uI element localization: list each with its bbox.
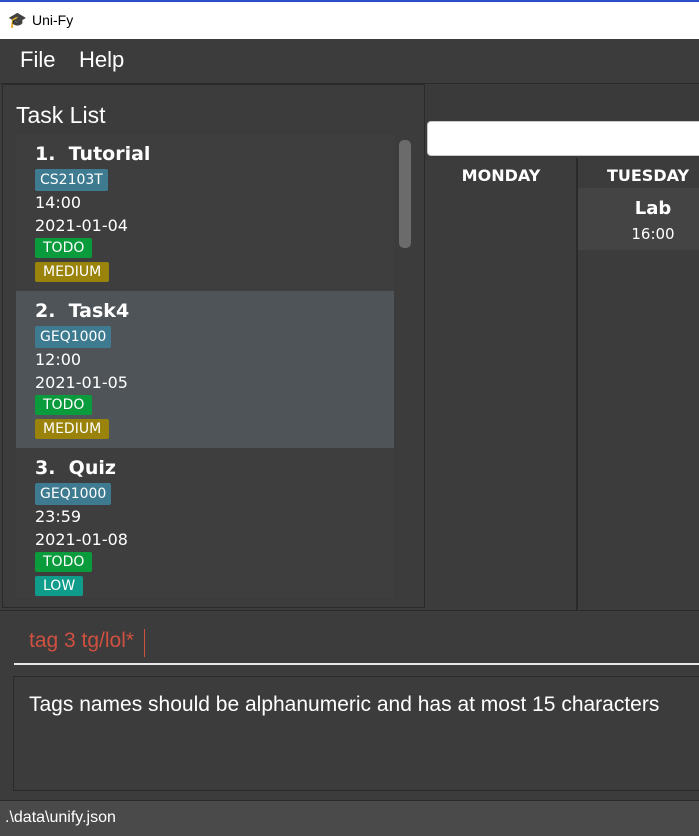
event-time: 16:00 — [631, 225, 675, 243]
result-message: Tags names should be alphanumeric and ha… — [29, 693, 660, 716]
day-header: TUESDAY — [606, 166, 690, 185]
task-time: 23:59 — [35, 507, 82, 526]
status-badge: TODO — [35, 238, 93, 258]
priority-badge: MEDIUM — [35, 262, 110, 282]
calendar-search-input[interactable] — [427, 121, 699, 156]
menu-file[interactable]: File — [20, 47, 55, 73]
status-bar: .\data\unify.json — [0, 800, 699, 836]
graduation-cap-icon: 🎓 — [8, 11, 27, 29]
status-badge: TODO — [35, 552, 93, 572]
task-list-title: Task List — [16, 102, 106, 128]
day-column-tuesday: TUESDAY Lab 16:00 — [578, 158, 699, 610]
priority-badge: MEDIUM — [35, 419, 110, 439]
calendar-panel: MONDAY TUESDAY Lab 16:00 — [426, 84, 699, 610]
task-list[interactable]: 1. Tutorial CS2103T 14:00 2021-01-04 TOD… — [16, 134, 394, 598]
priority-badge: LOW — [35, 576, 84, 596]
save-location: .\data\unify.json — [5, 809, 116, 826]
result-display: Tags names should be alphanumeric and ha… — [13, 676, 699, 791]
day-header: MONDAY — [461, 166, 541, 185]
task-list-panel: Task List 1. Tutorial CS2103T 14:00 2021… — [2, 84, 425, 608]
task-time: 14:00 — [35, 193, 82, 212]
scrollbar-thumb[interactable] — [399, 140, 411, 248]
window-title: Uni-Fy — [32, 12, 74, 28]
text-caret — [144, 629, 145, 657]
task-date: 2021-01-08 — [35, 530, 128, 549]
command-box — [0, 610, 699, 669]
task-name: 1. Tutorial — [35, 143, 151, 165]
module-tag: GEQ1000 — [35, 326, 112, 348]
task-card[interactable]: 2. Task4 GEQ1000 12:00 2021-01-05 TODO M… — [16, 291, 394, 448]
task-name: 3. Quiz — [35, 457, 116, 479]
module-tag: GEQ1000 — [35, 483, 112, 505]
task-card[interactable]: 1. Tutorial CS2103T 14:00 2021-01-04 TOD… — [16, 134, 394, 291]
task-list-scrollbar[interactable] — [396, 134, 414, 598]
title-bar: 🎓 Uni-Fy — [0, 0, 699, 39]
event-name: Lab — [634, 198, 672, 219]
task-time: 12:00 — [35, 350, 82, 369]
module-tag: CS2103T — [35, 169, 108, 191]
task-date: 2021-01-05 — [35, 373, 128, 392]
menu-help[interactable]: Help — [79, 47, 124, 73]
task-name: 2. Task4 — [35, 300, 130, 322]
task-card[interactable]: 3. Quiz GEQ1000 23:59 2021-01-08 TODO LO… — [16, 448, 394, 598]
task-date: 2021-01-04 — [35, 216, 128, 235]
menu-bar: File Help — [0, 39, 699, 84]
status-badge: TODO — [35, 395, 93, 415]
command-input[interactable] — [14, 619, 699, 665]
day-column-monday: MONDAY — [426, 158, 578, 610]
calendar-event[interactable]: Lab 16:00 — [578, 188, 699, 250]
